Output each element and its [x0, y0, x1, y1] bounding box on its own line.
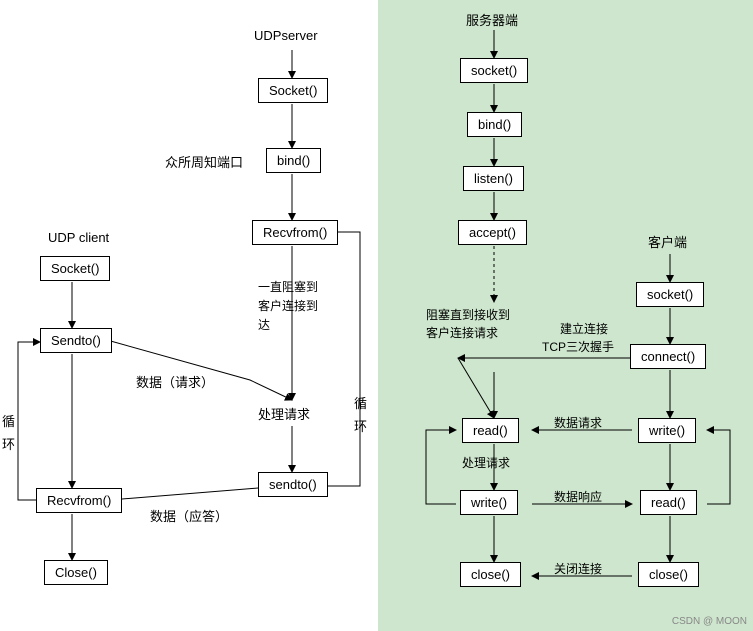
tcp-server-listen: listen()	[463, 166, 524, 191]
udp-process-label: 处理请求	[258, 404, 310, 423]
tcp-data-req-label: 数据请求	[554, 414, 602, 431]
tcp-server-title: 服务器端	[466, 10, 518, 29]
watermark: CSDN @ MOON	[672, 616, 747, 627]
udp-client-recvfrom: Recvfrom()	[36, 488, 122, 513]
tcp-server-bind: bind()	[467, 112, 522, 137]
udp-server-sendto: sendto()	[258, 472, 328, 497]
tcp-server-socket: socket()	[460, 58, 528, 83]
udp-data-resp-label: 数据（应答）	[150, 506, 228, 525]
udp-loop-left-label: 循 环	[2, 410, 15, 457]
tcp-process-label: 处理请求	[462, 454, 510, 471]
tcp-server-accept: accept()	[458, 220, 527, 245]
tcp-client-read: read()	[640, 490, 697, 515]
tcp-server-read: read()	[462, 418, 519, 443]
tcp-block-label: 阻塞直到接收到 客户连接请求	[426, 306, 510, 342]
udp-server-title: UDPserver	[254, 28, 318, 43]
udp-loop-right-label: 循 环	[354, 392, 367, 439]
tcp-data-resp-label: 数据响应	[554, 488, 602, 505]
tcp-client-socket: socket()	[636, 282, 704, 307]
tcp-client-title: 客户端	[648, 232, 687, 251]
udp-data-req-label: 数据（请求）	[136, 372, 214, 391]
udp-server-bind: bind()	[266, 148, 321, 173]
tcp-client-connect: connect()	[630, 344, 706, 369]
tcp-establish-label: 建立连接	[560, 320, 608, 337]
udp-client-title: UDP client	[48, 230, 109, 245]
udp-client-close: Close()	[44, 560, 108, 585]
tcp-server-close: close()	[460, 562, 521, 587]
udp-well-known-port-label: 众所周知端口	[165, 152, 243, 171]
tcp-client-close: close()	[638, 562, 699, 587]
tcp-handshake-label: TCP三次握手	[542, 338, 614, 355]
udp-server-socket: Socket()	[258, 78, 328, 103]
tcp-server-write: write()	[460, 490, 518, 515]
tcp-close-conn-label: 关闭连接	[554, 560, 602, 577]
udp-client-socket: Socket()	[40, 256, 110, 281]
udp-client-sendto: Sendto()	[40, 328, 112, 353]
udp-server-recvfrom: Recvfrom()	[252, 220, 338, 245]
tcp-client-write: write()	[638, 418, 696, 443]
udp-block-label: 一直阻塞到 客户连接到 达	[258, 278, 318, 336]
